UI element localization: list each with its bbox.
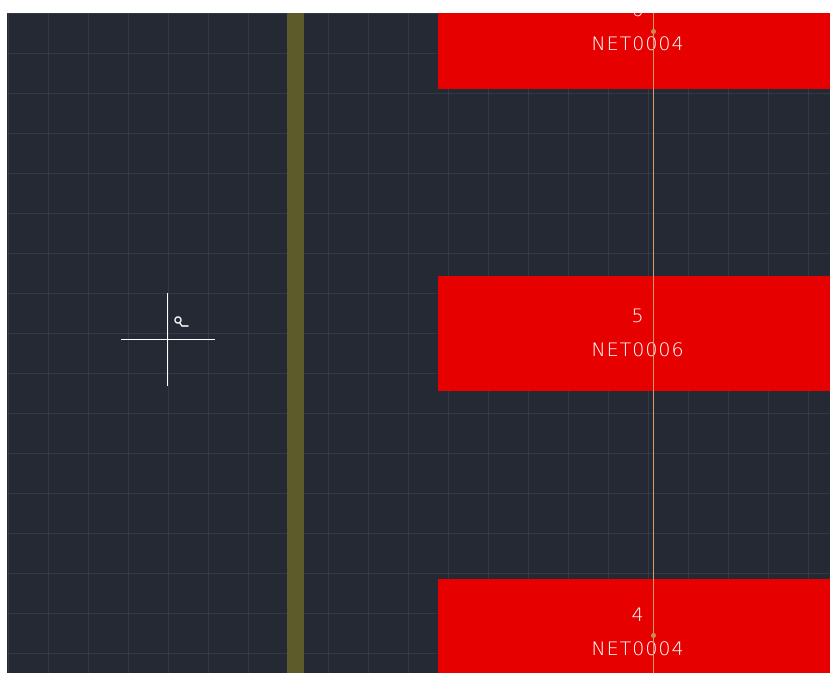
- pad-5[interactable]: 5 NET0006: [438, 276, 830, 391]
- crosshair-vertical: [167, 293, 168, 386]
- pad-net-label: NET0006: [591, 339, 685, 361]
- copper-trace[interactable]: [287, 13, 304, 673]
- pad-number-label: 4: [631, 604, 645, 626]
- window-top-margin: [0, 0, 830, 13]
- pad-6[interactable]: 6 NET0004: [438, 13, 830, 89]
- pcb-editor-canvas[interactable]: 6 NET0004 5 NET0006 4 NET0004: [7, 13, 830, 673]
- ratsnest-endpoint: [651, 633, 656, 638]
- pad-4[interactable]: 4 NET0004: [438, 579, 830, 673]
- window-left-margin: [0, 0, 7, 673]
- ratsnest-endpoint: [651, 29, 656, 34]
- ratsnest-line: [653, 13, 654, 673]
- route-tool-icon: [174, 316, 189, 327]
- pad-net-label: NET0004: [591, 638, 685, 660]
- pad-number-label: 6: [438, 13, 830, 21]
- pad-number-label: 5: [631, 305, 645, 327]
- crosshair-horizontal: [121, 339, 215, 340]
- pad-net-label: NET0004: [591, 33, 685, 55]
